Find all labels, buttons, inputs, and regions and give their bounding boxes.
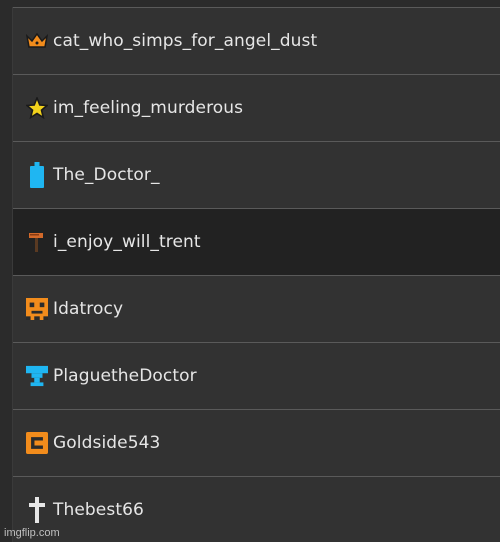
user-row-im_feeling_murderous[interactable]: im_feeling_murderous [13,74,500,141]
c-block-icon [26,431,48,455]
trophy-icon [26,364,48,388]
username: Goldside543 [53,433,161,453]
username: PlaguetheDoctor [53,366,197,386]
username: i_enjoy_will_trent [53,232,201,252]
pixel-face-icon [26,297,48,321]
username: im_feeling_murderous [53,98,244,118]
user-row-The_Doctor_[interactable]: The_Doctor_ [13,141,500,208]
user-row-Goldside543[interactable]: Goldside543 [13,409,500,476]
cross-icon [26,497,48,523]
username: Thebest66 [53,500,144,520]
username: cat_who_simps_for_angel_dust [53,31,318,51]
user-row-PlaguetheDoctor[interactable]: PlaguetheDoctor [13,342,500,409]
user-row-Idatrocy[interactable]: Idatrocy [13,275,500,342]
watermark: imgflip.com [4,527,60,539]
crown-icon [26,29,48,53]
username: Idatrocy [53,299,124,319]
user-list: cat_who_simps_for_angel_dust im_feeling_… [12,7,500,542]
user-list-screen: cat_who_simps_for_angel_dust im_feeling_… [0,0,500,542]
star-icon [26,96,48,120]
user-row-cat_who_simps_for_angel_dust[interactable]: cat_who_simps_for_angel_dust [13,7,500,74]
user-row-i_enjoy_will_trent[interactable]: i_enjoy_will_trent [13,208,500,275]
username: The_Doctor_ [53,165,160,185]
user-row-Thebest66[interactable]: Thebest66 [13,476,500,542]
phone-box-icon [26,162,48,188]
hammer-icon [26,230,48,254]
